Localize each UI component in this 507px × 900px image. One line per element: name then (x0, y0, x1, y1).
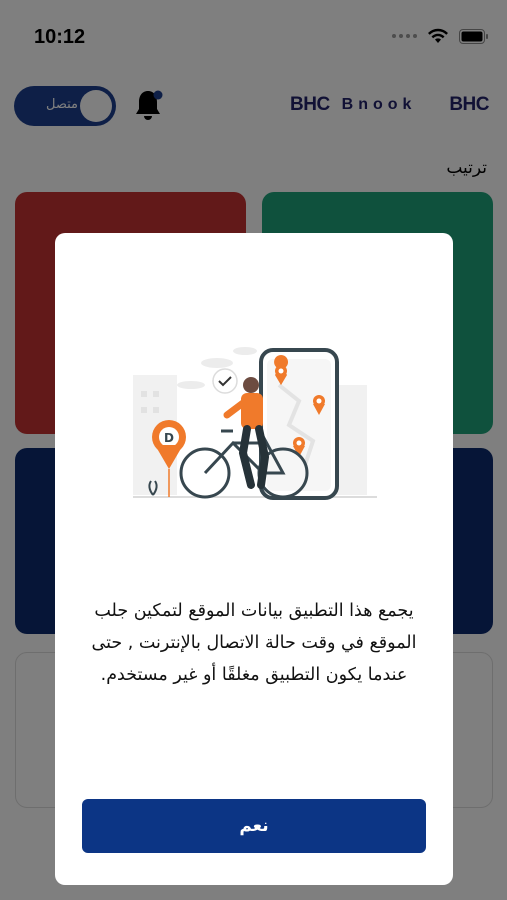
pin-letter: D (164, 431, 174, 445)
confirm-button[interactable]: نعم (82, 799, 426, 853)
location-permission-dialog: D يجمع هذا التطبيق بيانات الموقع لتمكين … (55, 233, 453, 885)
dialog-message: يجمع هذا التطبيق بيانات الموقع لتمكين جل… (91, 601, 417, 685)
bike-delivery-location-illustration: D (133, 347, 377, 500)
